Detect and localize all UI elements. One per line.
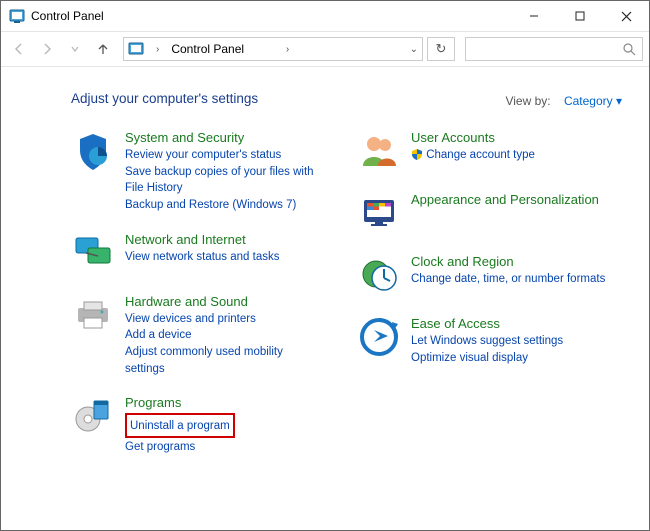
- close-button[interactable]: [603, 1, 649, 31]
- category-link[interactable]: Adjust commonly used mobility settings: [125, 344, 321, 377]
- category-user-accounts: User Accounts Change account type: [357, 130, 607, 174]
- category-clock-region: Clock and Region Change date, time, or n…: [357, 254, 607, 298]
- toolbar: › Control Panel › ⌄ ↻: [1, 31, 649, 67]
- window-title: Control Panel: [31, 9, 104, 23]
- ease-of-access-icon: [357, 316, 401, 360]
- network-icon: [71, 232, 115, 276]
- category-appearance: Appearance and Personalization: [357, 192, 607, 236]
- category-link[interactable]: Let Windows suggest settings: [411, 333, 563, 350]
- programs-icon: [71, 395, 115, 439]
- category-ease-of-access: Ease of Access Let Windows suggest setti…: [357, 316, 607, 366]
- up-button[interactable]: [91, 37, 115, 61]
- control-panel-icon: [128, 41, 144, 57]
- refresh-button[interactable]: ↻: [427, 37, 455, 61]
- left-column: System and Security Review your computer…: [71, 130, 321, 474]
- category-link[interactable]: Optimize visual display: [411, 350, 563, 367]
- category-title[interactable]: System and Security: [125, 130, 321, 145]
- category-title[interactable]: Programs: [125, 395, 235, 410]
- address-bar[interactable]: › Control Panel › ⌄: [123, 37, 423, 61]
- right-column: User Accounts Change account type Appear…: [357, 130, 607, 474]
- category-title[interactable]: Clock and Region: [411, 254, 605, 269]
- content: Adjust your computer's settings System a…: [1, 67, 649, 474]
- category-title[interactable]: Hardware and Sound: [125, 294, 321, 309]
- forward-button[interactable]: [35, 37, 59, 61]
- view-by-label: View by:: [505, 94, 550, 108]
- category-system-security: System and Security Review your computer…: [71, 130, 321, 214]
- category-title[interactable]: Ease of Access: [411, 316, 563, 331]
- category-title[interactable]: Network and Internet: [125, 232, 279, 247]
- view-by: View by: Category ▾: [505, 94, 622, 108]
- category-programs: Programs Uninstall a program Get program…: [71, 395, 321, 455]
- control-panel-icon: [9, 8, 25, 24]
- users-icon: [357, 130, 401, 174]
- monitor-icon: [357, 192, 401, 236]
- printer-icon: [71, 294, 115, 338]
- title-bar: Control Panel: [1, 1, 649, 31]
- search-icon: [623, 43, 636, 56]
- category-link[interactable]: Uninstall a program: [130, 420, 230, 432]
- search-input[interactable]: [465, 37, 643, 61]
- chevron-down-icon[interactable]: ⌄: [410, 44, 418, 55]
- minimize-button[interactable]: [511, 1, 557, 31]
- category-link[interactable]: Change date, time, or number formats: [411, 271, 605, 288]
- highlight-uninstall: Uninstall a program: [125, 413, 235, 438]
- address-path: Control Panel: [171, 42, 273, 56]
- view-by-dropdown[interactable]: Category ▾: [564, 94, 622, 108]
- category-link[interactable]: View devices and printers: [125, 311, 321, 328]
- shield-icon: [71, 130, 115, 174]
- category-link[interactable]: View network status and tasks: [125, 249, 279, 266]
- category-link[interactable]: Change account type: [411, 147, 535, 164]
- category-title[interactable]: User Accounts: [411, 130, 535, 145]
- recent-dropdown[interactable]: [63, 37, 87, 61]
- maximize-button[interactable]: [557, 1, 603, 31]
- uac-shield-icon: [411, 148, 423, 160]
- category-hardware-sound: Hardware and Sound View devices and prin…: [71, 294, 321, 378]
- category-title[interactable]: Appearance and Personalization: [411, 192, 599, 207]
- category-network-internet: Network and Internet View network status…: [71, 232, 321, 276]
- clock-icon: [357, 254, 401, 298]
- back-button[interactable]: [7, 37, 31, 61]
- category-link[interactable]: Save backup copies of your files with Fi…: [125, 164, 321, 197]
- chevron-right-icon[interactable]: ›: [286, 44, 289, 55]
- category-link[interactable]: Review your computer's status: [125, 147, 321, 164]
- category-link[interactable]: Backup and Restore (Windows 7): [125, 197, 321, 214]
- category-link[interactable]: Add a device: [125, 327, 321, 344]
- chevron-right-icon[interactable]: ›: [156, 44, 159, 55]
- category-link[interactable]: Get programs: [125, 439, 235, 456]
